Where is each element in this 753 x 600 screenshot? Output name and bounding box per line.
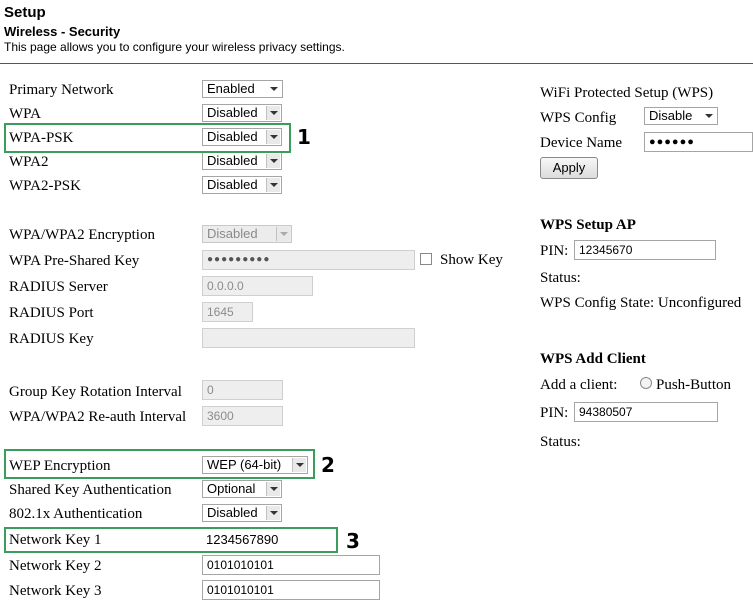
radius-server-input[interactable]: 0.0.0.0: [202, 276, 313, 296]
radius-server-label: RADIUS Server: [9, 279, 108, 295]
push-button-radio[interactable]: [640, 377, 652, 389]
annotation-number-2: 2: [321, 453, 335, 477]
header-divider: [0, 63, 753, 64]
network-key-3-input[interactable]: 0101010101: [202, 580, 380, 600]
wpa2-label: WPA2: [9, 154, 49, 170]
setup-ap-status-label: Status:: [540, 270, 581, 286]
chevron-down-icon: [702, 109, 716, 123]
primary-network-select[interactable]: Enabled: [202, 80, 283, 98]
annotation-number-1: 1: [297, 125, 311, 149]
wpa2-psk-select[interactable]: Disabled: [202, 176, 282, 194]
wpa2-select[interactable]: Disabled: [202, 152, 282, 170]
reauth-label: WPA/WPA2 Re-auth Interval: [9, 409, 187, 425]
radius-key-label: RADIUS Key: [9, 331, 94, 347]
push-button-label: Push-Button: [656, 377, 732, 393]
chevron-down-icon: [266, 506, 280, 520]
chevron-down-icon: [266, 178, 280, 192]
wps-config-state: WPS Config State: Unconfigured: [540, 295, 742, 311]
highlight-box-2: [4, 449, 315, 479]
add-client-pin-input[interactable]: 94380507: [574, 402, 718, 422]
chevron-down-icon: [266, 154, 280, 168]
primary-network-label: Primary Network: [9, 82, 114, 98]
encryption-select[interactable]: Disabled: [202, 225, 292, 243]
show-key-label: Show Key: [440, 252, 503, 268]
add-client-label: Add a client:: [540, 377, 618, 393]
show-key-checkbox[interactable]: [420, 253, 432, 265]
shared-key-select[interactable]: Optional: [202, 480, 282, 498]
device-name-input[interactable]: ●●●●●●: [644, 132, 753, 152]
wps-config-label: WPS Config: [540, 110, 617, 126]
network-key-3-label: Network Key 3: [9, 583, 102, 599]
wps-setup-ap-title: WPS Setup AP: [540, 217, 636, 233]
setup-ap-pin-input[interactable]: 12345670: [574, 240, 716, 260]
highlight-box-1: [4, 123, 291, 153]
radius-port-input[interactable]: 1645: [202, 302, 253, 322]
reauth-input[interactable]: 3600: [202, 406, 283, 426]
group-key-input[interactable]: 0: [202, 380, 283, 400]
psk-input[interactable]: ●●●●●●●●●: [202, 250, 415, 270]
apply-button[interactable]: Apply: [540, 157, 598, 179]
wps-config-select[interactable]: Disable: [644, 107, 718, 125]
add-client-status-label: Status:: [540, 434, 581, 450]
highlight-box-3: [4, 527, 338, 553]
radius-port-label: RADIUS Port: [9, 305, 94, 321]
wpa-label: WPA: [9, 106, 41, 122]
wpa2-psk-label: WPA2-PSK: [9, 178, 81, 194]
chevron-down-icon: [266, 106, 280, 120]
network-key-2-label: Network Key 2: [9, 558, 102, 574]
wps-title: WiFi Protected Setup (WPS): [540, 85, 714, 101]
setup-ap-pin-label: PIN:: [540, 243, 569, 259]
chevron-down-icon: [266, 482, 280, 496]
wps-add-client-title: WPS Add Client: [540, 351, 646, 367]
chevron-down-icon: [276, 227, 290, 241]
page-subtitle: Wireless - Security: [4, 24, 121, 39]
encryption-label: WPA/WPA2 Encryption: [9, 227, 155, 243]
chevron-down-icon: [267, 82, 281, 96]
network-key-2-input[interactable]: 0101010101: [202, 555, 380, 575]
auth-8021x-select[interactable]: Disabled: [202, 504, 282, 522]
page-title: Setup: [4, 4, 46, 21]
wpa-select[interactable]: Disabled: [202, 104, 282, 122]
add-client-pin-label: PIN:: [540, 405, 569, 421]
page-description: This page allows you to configure your w…: [4, 40, 345, 54]
shared-key-label: Shared Key Authentication: [9, 482, 172, 498]
radius-key-input[interactable]: [202, 328, 415, 348]
annotation-number-3: 3: [346, 529, 360, 553]
psk-label: WPA Pre-Shared Key: [9, 253, 140, 269]
device-name-label: Device Name: [540, 135, 623, 151]
auth-8021x-label: 802.1x Authentication: [9, 506, 143, 522]
group-key-label: Group Key Rotation Interval: [9, 384, 182, 400]
